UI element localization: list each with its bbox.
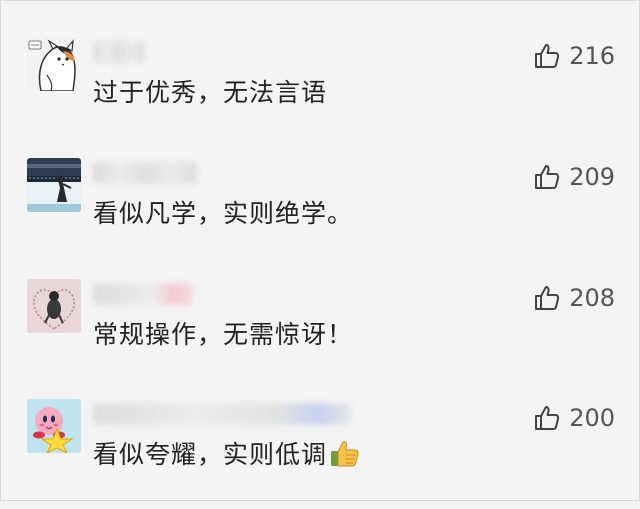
username-blurred[interactable] <box>93 162 197 184</box>
heart-girl-avatar-icon <box>27 279 81 333</box>
like-count: 209 <box>569 163 615 191</box>
stadium-avatar-icon <box>27 158 81 212</box>
username-blurred[interactable] <box>93 403 351 425</box>
thumbs-up-emoji-icon <box>329 437 361 469</box>
thumbs-up-icon <box>533 284 561 312</box>
like-count: 216 <box>569 42 615 70</box>
kirby-avatar-icon <box>27 399 81 453</box>
comment-item: 看似凡学，实则绝学。 209 <box>1 158 640 268</box>
like-button[interactable]: 208 <box>533 283 615 313</box>
avatar[interactable] <box>27 158 81 212</box>
thumbs-up-icon <box>533 42 561 70</box>
avatar[interactable] <box>27 399 81 453</box>
cat-avatar-icon <box>27 37 81 91</box>
username-blurred[interactable] <box>93 41 145 63</box>
comment-text: 看似夸耀，实则低调 <box>93 435 361 471</box>
thumbs-up-icon <box>533 404 561 432</box>
like-count: 200 <box>569 404 615 432</box>
comment-list: 过于优秀，无法言语 216 看似凡学，实则绝学。 209 常规操作，无需惊讶！ … <box>0 0 640 501</box>
avatar[interactable] <box>27 37 81 91</box>
comment-text: 看似凡学，实则绝学。 <box>93 199 354 228</box>
like-button[interactable]: 200 <box>533 403 615 433</box>
comment-item: 过于优秀，无法言语 216 <box>1 37 640 147</box>
comment-item: 常规操作，无需惊讶！ 208 <box>1 279 640 389</box>
comment-text-content: 看似夸耀，实则低调 <box>93 440 328 469</box>
comment-text: 过于优秀，无法言语 <box>93 78 328 107</box>
username-blurred[interactable] <box>93 283 193 305</box>
like-button[interactable]: 216 <box>533 41 615 71</box>
avatar[interactable] <box>27 279 81 333</box>
like-button[interactable]: 209 <box>533 162 615 192</box>
like-count: 208 <box>569 284 615 312</box>
comment-item: 看似夸耀，实则低调 200 <box>1 399 640 509</box>
thumbs-up-icon <box>533 163 561 191</box>
comment-text: 常规操作，无需惊讶！ <box>93 320 354 349</box>
